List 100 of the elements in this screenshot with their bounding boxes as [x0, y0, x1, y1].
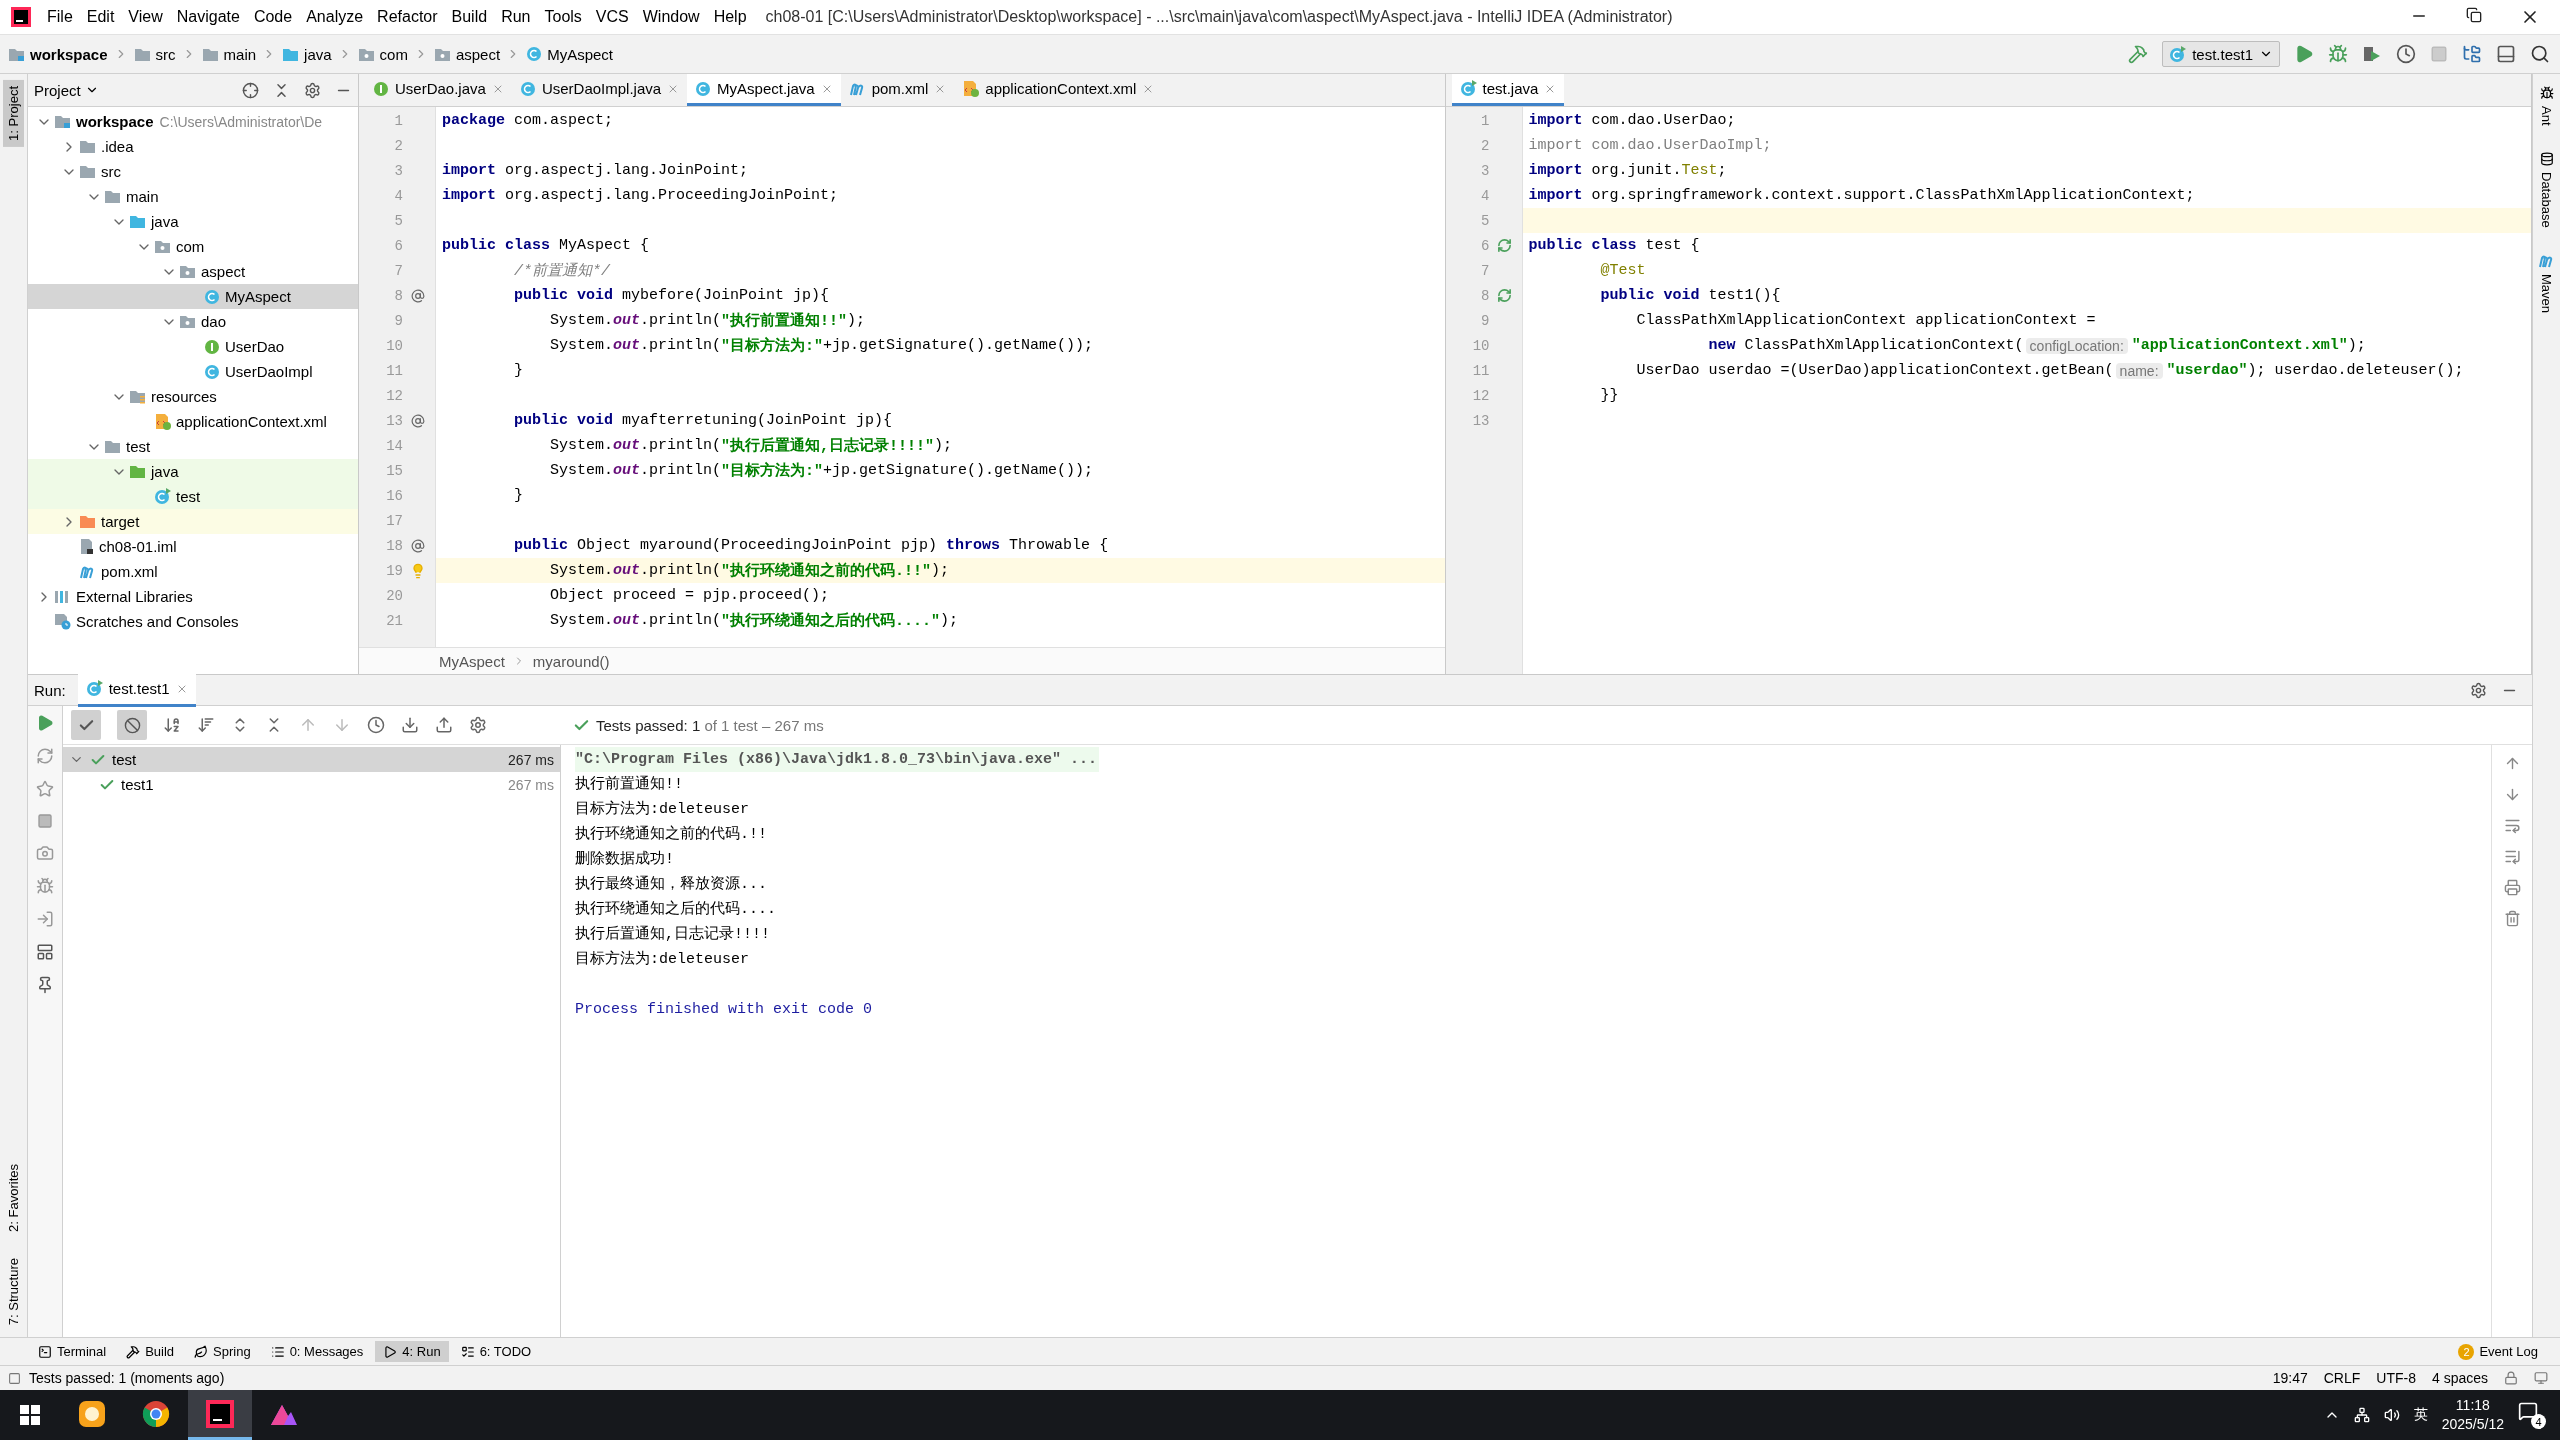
tree-item[interactable]: java: [28, 209, 358, 234]
breadcrumb[interactable]: java: [282, 45, 332, 63]
menu-item[interactable]: Edit: [79, 8, 122, 26]
tool-window-button[interactable]: Spring: [186, 1341, 259, 1362]
settings-icon[interactable]: [304, 81, 321, 99]
app-icon[interactable]: [77, 1398, 107, 1429]
editor-tab[interactable]: MyAspect.java: [687, 74, 841, 106]
test-tree-item[interactable]: test1 267 ms: [63, 772, 560, 797]
camera-icon[interactable]: [36, 844, 54, 862]
editor-tab[interactable]: UserDaoImpl.java: [511, 74, 688, 106]
breadcrumb[interactable]: com: [357, 45, 408, 63]
tree-item[interactable]: target: [28, 509, 358, 534]
input-method-indicator[interactable]: 英: [2413, 1406, 2428, 1424]
run-tab[interactable]: test.test1: [77, 673, 196, 707]
menu-item[interactable]: Run: [494, 8, 538, 26]
profiler-icon[interactable]: [2396, 44, 2416, 64]
debug-icon[interactable]: [2328, 44, 2348, 64]
menu-item[interactable]: Analyze: [299, 8, 371, 26]
tool-window-tab[interactable]: Ant: [2536, 80, 2557, 132]
tool-window-button[interactable]: Build: [118, 1341, 183, 1362]
run-configuration-dropdown[interactable]: test.test1: [2162, 41, 2280, 67]
tree-item[interactable]: main: [28, 184, 358, 209]
restore-icon[interactable]: [2466, 7, 2482, 23]
rerun-icon[interactable]: [36, 714, 54, 732]
tool-window-button[interactable]: Terminal: [30, 1341, 115, 1362]
tree-item[interactable]: External Libraries: [28, 584, 358, 609]
editor-tab[interactable]: UserDao.java: [365, 74, 512, 106]
tool-window-button[interactable]: 0: Messages: [262, 1341, 372, 1362]
tree-item[interactable]: test: [28, 484, 358, 509]
show-passed-toggle[interactable]: [71, 710, 101, 740]
tool-window-tab[interactable]: 7: Structure: [3, 1251, 24, 1331]
breadcrumb[interactable]: aspect: [433, 45, 501, 63]
tree-item[interactable]: test: [28, 434, 358, 459]
status-item[interactable]: 19:47: [2272, 1370, 2308, 1386]
history-icon[interactable]: [367, 716, 385, 734]
notification-button[interactable]: 4: [2518, 1401, 2546, 1429]
tool-window-tab[interactable]: Database: [2536, 145, 2557, 234]
taskbar-button[interactable]: [188, 1390, 252, 1440]
window-icon[interactable]: [2496, 44, 2516, 64]
run-gutter-icon[interactable]: [1497, 238, 1512, 253]
locate-icon[interactable]: [242, 81, 259, 99]
trash-icon[interactable]: [2503, 910, 2521, 927]
breadcrumb[interactable]: src: [133, 45, 176, 63]
network-icon[interactable]: [2353, 1407, 2370, 1423]
build-icon[interactable]: [2128, 44, 2149, 64]
status-item[interactable]: 4 spaces: [2431, 1370, 2488, 1386]
tree-item[interactable]: pom.xml: [28, 559, 358, 584]
settings-icon[interactable]: [469, 716, 487, 734]
tool-window-tab[interactable]: 1: Project: [3, 80, 24, 147]
layout-icon[interactable]: [36, 943, 54, 961]
app-icon[interactable]: [141, 1398, 171, 1429]
tree-item[interactable]: .idea: [28, 134, 358, 159]
menu-item[interactable]: File: [40, 8, 80, 26]
event-log-button[interactable]: 2 Event Log: [2458, 1343, 2560, 1360]
tree-item[interactable]: aspect: [28, 259, 358, 284]
menu-item[interactable]: Build: [444, 8, 495, 26]
menu-item[interactable]: View: [121, 8, 170, 26]
menu-item[interactable]: Navigate: [169, 8, 247, 26]
tree-item[interactable]: ch08-01.iml: [28, 534, 358, 559]
export-icon[interactable]: [435, 716, 453, 734]
panel-title-dropdown[interactable]: Project: [34, 81, 99, 99]
tree-item[interactable]: MyAspect: [28, 284, 358, 309]
print-icon[interactable]: [2503, 879, 2521, 896]
tree-item[interactable]: Scratches and Consoles: [28, 609, 358, 634]
tree-item[interactable]: dao: [28, 309, 358, 334]
show-ignored-toggle[interactable]: [117, 710, 147, 740]
menu-item[interactable]: VCS: [588, 8, 636, 26]
editor-tab[interactable]: pom.xml: [840, 74, 955, 106]
menu-item[interactable]: Tools: [537, 8, 589, 26]
debug-icon[interactable]: [36, 877, 54, 895]
project-structure-icon[interactable]: [2462, 44, 2482, 64]
tree-item[interactable]: resources: [28, 384, 358, 409]
status-item[interactable]: CRLF: [2323, 1370, 2361, 1386]
tree-item[interactable]: com: [28, 234, 358, 259]
volume-icon[interactable]: [2383, 1407, 2400, 1423]
import-icon[interactable]: [401, 716, 419, 734]
tree-item[interactable]: UserDaoImpl: [28, 359, 358, 384]
rerun-failed-icon[interactable]: [36, 747, 54, 765]
breadcrumb[interactable]: MyAspect: [439, 652, 505, 670]
menu-item[interactable]: Window: [635, 8, 707, 26]
tree-item[interactable]: applicationContext.xml: [28, 409, 358, 434]
tree-item[interactable]: workspace C:\Users\Administrator\De: [28, 109, 358, 134]
tree-item[interactable]: UserDao: [28, 334, 358, 359]
tree-item[interactable]: src: [28, 159, 358, 184]
tool-window-button[interactable]: 4: Run: [375, 1341, 449, 1362]
sort-by-duration-icon[interactable]: [197, 716, 215, 734]
settings-icon[interactable]: [2470, 681, 2487, 699]
tree-item[interactable]: java: [28, 459, 358, 484]
tool-window-tab[interactable]: Maven: [2535, 247, 2558, 320]
menu-item[interactable]: Refactor: [370, 8, 445, 26]
search-icon[interactable]: [2530, 44, 2550, 64]
coverage-icon[interactable]: [2362, 44, 2382, 64]
soft-wrap-icon[interactable]: [2503, 817, 2521, 834]
test-tree-item[interactable]: test 267 ms: [63, 747, 560, 772]
tool-window-tab[interactable]: 2: Favorites: [3, 1157, 24, 1238]
run-gutter-icon[interactable]: [1497, 288, 1512, 303]
editor-tab[interactable]: test.java: [1451, 74, 1565, 106]
pin-icon[interactable]: [36, 976, 54, 994]
breadcrumb[interactable]: main: [201, 45, 257, 63]
editor-tab[interactable]: applicationContext.xml: [954, 74, 1163, 106]
